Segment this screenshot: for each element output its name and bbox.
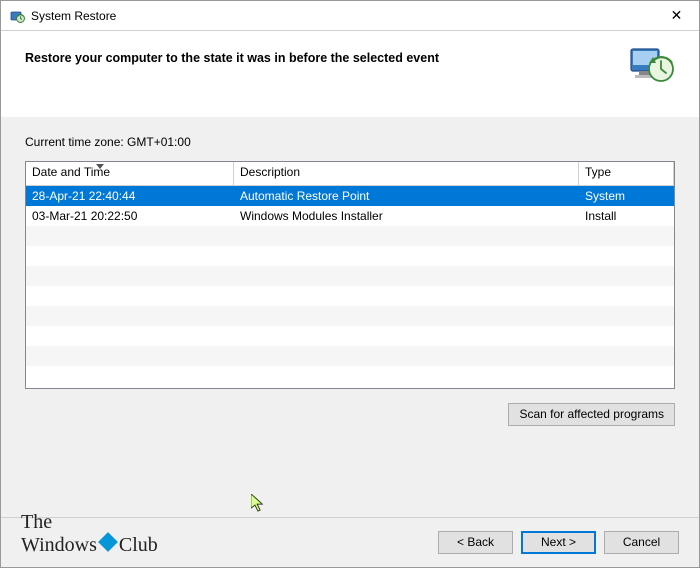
watermark: The WindowsClub <box>21 511 158 557</box>
empty-row <box>26 266 674 286</box>
column-type[interactable]: Type <box>579 162 674 185</box>
system-restore-window: System Restore ✕ Restore your computer t… <box>0 0 700 568</box>
close-button[interactable]: ✕ <box>654 1 699 31</box>
column-description[interactable]: Description <box>234 162 579 185</box>
header-area: Restore your computer to the state it wa… <box>1 31 699 117</box>
table-header: Date and Time Description Type <box>26 162 674 186</box>
empty-row <box>26 326 674 346</box>
watermark-line1: The <box>21 511 158 534</box>
empty-row <box>26 246 674 266</box>
empty-row <box>26 226 674 246</box>
empty-row <box>26 286 674 306</box>
watermark-line2: WindowsClub <box>21 534 158 557</box>
column-date[interactable]: Date and Time <box>26 162 234 185</box>
cell-desc: Automatic Restore Point <box>234 186 579 206</box>
window-title: System Restore <box>31 9 654 23</box>
cursor-icon <box>251 494 267 517</box>
cell-date: 03-Mar-21 20:22:50 <box>26 206 234 226</box>
titlebar: System Restore ✕ <box>1 1 699 31</box>
next-button[interactable]: Next > <box>521 531 596 554</box>
content-area: Current time zone: GMT+01:00 Date and Ti… <box>1 117 699 426</box>
scan-affected-button[interactable]: Scan for affected programs <box>508 403 675 426</box>
back-button[interactable]: < Back <box>438 531 513 554</box>
cancel-button[interactable]: Cancel <box>604 531 679 554</box>
scan-row: Scan for affected programs <box>25 403 675 426</box>
header-text: Restore your computer to the state it wa… <box>25 51 675 65</box>
empty-row <box>26 306 674 326</box>
timezone-label: Current time zone: GMT+01:00 <box>25 135 675 149</box>
empty-row <box>26 346 674 366</box>
restore-illustration-icon <box>627 39 675 87</box>
table-row[interactable]: 03-Mar-21 20:22:50 Windows Modules Insta… <box>26 206 674 226</box>
cell-type: Install <box>579 206 674 226</box>
watermark-square-icon <box>98 532 118 552</box>
cell-date: 28-Apr-21 22:40:44 <box>26 186 234 206</box>
cell-desc: Windows Modules Installer <box>234 206 579 226</box>
restore-icon <box>9 8 25 24</box>
table-row[interactable]: 28-Apr-21 22:40:44 Automatic Restore Poi… <box>26 186 674 206</box>
restore-points-table[interactable]: Date and Time Description Type 28-Apr-21… <box>25 161 675 389</box>
empty-row <box>26 366 674 386</box>
table-body: 28-Apr-21 22:40:44 Automatic Restore Poi… <box>26 186 674 386</box>
cell-type: System <box>579 186 674 206</box>
